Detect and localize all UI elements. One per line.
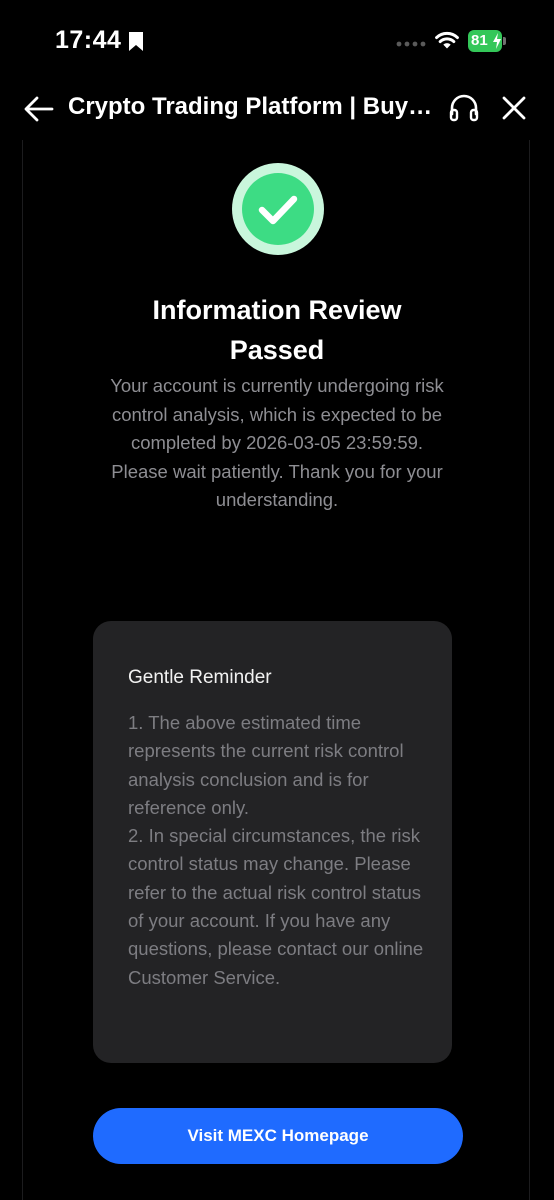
reminder-card: Gentle Reminder 1. The above estimated t… xyxy=(93,621,452,1063)
content-panel: Information Review Passed Your account i… xyxy=(22,140,530,1200)
headset-icon[interactable] xyxy=(448,92,480,124)
result-title-line2: Passed xyxy=(229,335,325,365)
charging-bolt-icon xyxy=(493,33,501,49)
bookmark-icon xyxy=(129,32,143,51)
battery-indicator: 81 xyxy=(468,30,508,52)
status-bar: 17:44 81 xyxy=(0,0,554,84)
reminder-item: 2. In special circumstances, the risk co… xyxy=(128,825,424,988)
page-title: Crypto Trading Platform | Buy Bitcoin xyxy=(68,93,438,120)
back-arrow-icon[interactable] xyxy=(22,92,56,126)
reminder-item: 1. The above estimated time represents t… xyxy=(128,712,404,818)
result-desc-line: Please wait patiently. Thank you for you… xyxy=(111,460,443,511)
result-desc-line: Your account is currently undergoing ris… xyxy=(110,375,444,453)
cellular-signal-icon xyxy=(396,41,426,47)
close-icon[interactable] xyxy=(500,94,528,122)
visit-homepage-button[interactable]: Visit MEXC Homepage xyxy=(93,1108,463,1164)
wifi-icon xyxy=(435,31,459,49)
check-circle-icon xyxy=(232,163,324,255)
result-title-line1: Information Review xyxy=(152,295,402,325)
result-title: Information Review Passed xyxy=(83,290,471,370)
status-time: 17:44 xyxy=(55,26,122,54)
reminder-title: Gentle Reminder xyxy=(128,667,272,688)
nav-bar: Crypto Trading Platform | Buy Bitcoin xyxy=(0,84,554,140)
result-description: Your account is currently undergoing ris… xyxy=(83,372,471,515)
battery-cap xyxy=(503,37,506,45)
reminder-body: 1. The above estimated time represents t… xyxy=(128,709,428,992)
app-screen: 17:44 81 Crypto Trading Platform | Buy B… xyxy=(0,0,554,1200)
